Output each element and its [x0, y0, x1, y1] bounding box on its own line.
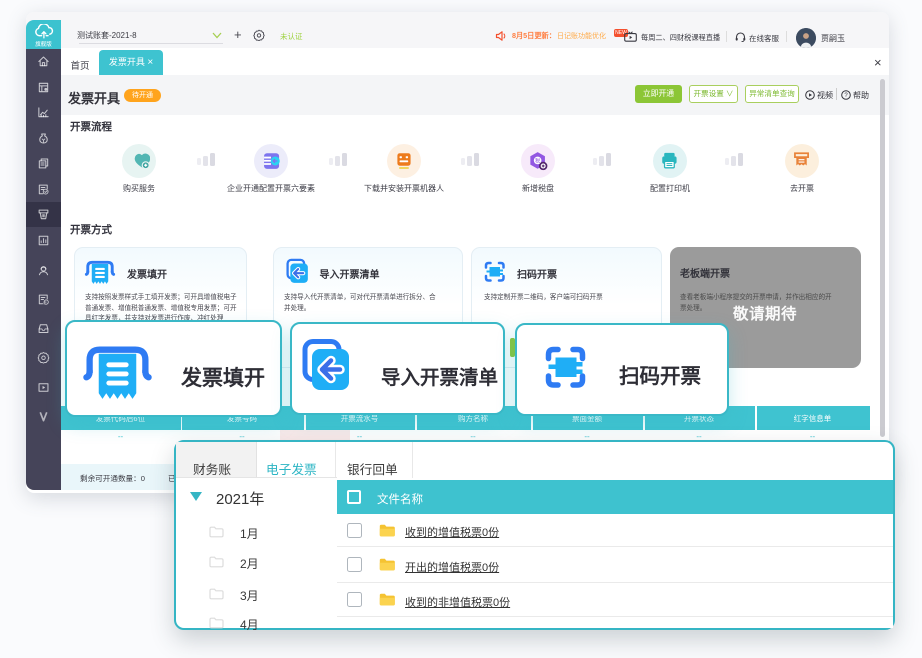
svg-text:?: ? — [844, 93, 848, 99]
